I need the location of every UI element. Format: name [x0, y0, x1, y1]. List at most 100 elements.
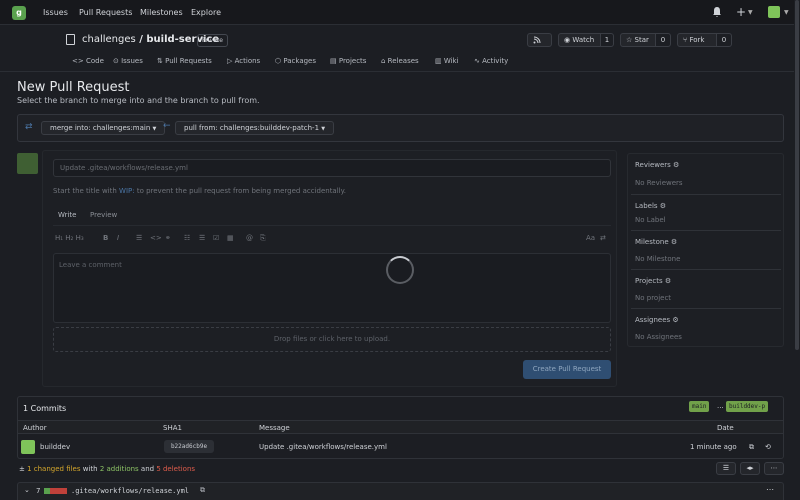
mention-icon[interactable]: @	[246, 234, 253, 242]
watch-count[interactable]: 1	[600, 33, 614, 47]
user-avatar[interactable]	[768, 6, 780, 18]
repo-icon	[66, 34, 75, 45]
reference-icon[interactable]: ⎘	[260, 234, 266, 243]
tab-code-label: Code	[85, 57, 104, 65]
tab-projects[interactable]: ▤ Projects	[330, 57, 366, 65]
col-message: Message	[259, 424, 290, 432]
more-options-icon[interactable]: ⋯	[764, 462, 784, 475]
deletions-count: 5 deletions	[156, 465, 196, 473]
quote-icon[interactable]: ☰	[136, 234, 142, 242]
bell-icon[interactable]	[712, 6, 722, 18]
branch-range-dots: ...	[717, 402, 724, 410]
pr-title-input[interactable]: Update .gitea/workflows/release.yml	[53, 159, 611, 177]
head-branch-label: pull from: challenges:builddev-patch-1	[184, 124, 320, 132]
file-dropzone[interactable]: Drop files or click here to upload.	[53, 327, 611, 352]
code-icon[interactable]: <>	[150, 234, 162, 242]
copy-icon[interactable]: ⧉	[749, 443, 754, 452]
head-branch-dropdown[interactable]: pull from: challenges:builddev-patch-1 ▼	[175, 121, 335, 135]
tab-pull-requests-label: Pull Requests	[165, 57, 212, 65]
tab-preview[interactable]: Preview	[90, 211, 117, 219]
milestone-value: No Milestone	[635, 255, 681, 263]
base-branch-tag[interactable]: main	[689, 401, 710, 412]
tab-issues[interactable]: ⊙ Issues	[113, 57, 143, 65]
project-icon: ▤	[330, 57, 339, 65]
star-count[interactable]: 0	[655, 33, 671, 47]
tab-activity[interactable]: ∿ Activity	[474, 57, 508, 65]
commit-message-link[interactable]: Update .gitea/workflows/release.yml	[259, 443, 387, 451]
create-pull-request-button[interactable]: Create Pull Request	[523, 360, 611, 379]
tab-wiki[interactable]: ▥ Wiki	[435, 57, 459, 65]
file-options-icon[interactable]: ⋯	[766, 485, 774, 494]
labels-header[interactable]: Labels ⚙	[635, 202, 666, 210]
compare-icon[interactable]: ⇄	[25, 122, 33, 132]
projects-label: Projects	[635, 277, 663, 285]
gear-icon: ⚙	[664, 277, 672, 285]
chevron-down-icon[interactable]: ⌄	[24, 486, 30, 494]
comment-placeholder: Leave a comment	[59, 261, 122, 269]
commit-sha-link[interactable]: b22ad6cb9e	[164, 440, 214, 453]
switch-editor-icon[interactable]: ⇄	[600, 234, 606, 242]
nav-milestones[interactable]: Milestones	[140, 8, 183, 17]
tab-packages[interactable]: ⬡ Packages	[275, 57, 316, 65]
gear-icon: ⚙	[672, 316, 679, 324]
ordered-list-icon[interactable]: ☰	[199, 234, 205, 242]
star-button[interactable]: ☆ Star	[620, 33, 656, 47]
diff-stats: ± 1 changed files with 2 additions and 5…	[19, 465, 195, 473]
stats-with: with	[80, 465, 100, 473]
chevron-down-icon: ▼	[748, 9, 753, 16]
assignees-header[interactable]: Assignees ⚙	[635, 316, 679, 324]
link-icon[interactable]: ⚭	[165, 234, 171, 242]
nav-pull-requests[interactable]: Pull Requests	[79, 8, 132, 17]
chevron-down-icon: ▼	[784, 9, 789, 16]
head-branch-tag[interactable]: builddev-p	[726, 401, 769, 412]
font-toggle-button[interactable]: Aa	[586, 234, 595, 242]
sidebar-divider	[631, 308, 781, 309]
create-new-icon[interactable]: +	[736, 5, 746, 19]
projects-header[interactable]: Projects ⚙	[635, 277, 671, 285]
fork-button[interactable]: ⑂ Fork	[677, 33, 717, 47]
base-branch-dropdown[interactable]: merge into: challenges:main ▼	[41, 121, 166, 135]
gear-icon: ⚙	[673, 161, 680, 169]
split-view-icon[interactable]: ◂▸	[740, 462, 760, 475]
fork-count[interactable]: 0	[716, 33, 732, 47]
watch-button[interactable]: ◉ Watch	[558, 33, 601, 47]
copy-icon[interactable]: ⧉	[200, 486, 205, 495]
code-icon: <>	[72, 57, 86, 65]
tab-pull-requests[interactable]: ⇅ Pull Requests	[157, 57, 212, 65]
comment-textarea[interactable]	[53, 253, 611, 323]
table-icon[interactable]: ▦	[227, 234, 234, 242]
bold-button[interactable]: B	[103, 234, 108, 242]
browse-files-icon[interactable]: ⟲	[765, 443, 771, 451]
tab-write[interactable]: Write	[58, 211, 76, 219]
repo-owner-link[interactable]: challenges	[82, 34, 136, 45]
changed-files-link[interactable]: 1 changed files	[27, 465, 80, 473]
tab-actions[interactable]: ▷ Actions	[227, 57, 260, 65]
nav-issues[interactable]: Issues	[43, 8, 68, 17]
col-sha: SHA1	[163, 424, 182, 432]
arrow-left-icon: ←	[163, 121, 171, 131]
tab-code[interactable]: <> Code	[72, 57, 104, 65]
file-tree-toggle-icon[interactable]: ☰	[716, 462, 736, 475]
diff-file-name[interactable]: .gitea/workflows/release.yml	[71, 487, 189, 495]
star-label: Star	[634, 36, 649, 44]
task-list-icon[interactable]: ☑	[213, 234, 219, 242]
sidebar-divider	[631, 269, 781, 270]
italic-button[interactable]: I	[117, 234, 119, 242]
milestone-header[interactable]: Milestone ⚙	[635, 238, 677, 246]
nav-explore[interactable]: Explore	[191, 8, 221, 17]
star-icon: ☆	[626, 36, 635, 44]
labels-value: No Label	[635, 216, 666, 224]
commits-heading: 1 Commits	[23, 404, 67, 413]
wip-keyword-link[interactable]: WIP:	[119, 187, 135, 195]
commit-author-avatar[interactable]	[21, 440, 35, 454]
rss-icon	[533, 36, 541, 44]
gitea-logo-icon[interactable]: g	[12, 6, 26, 20]
tab-releases[interactable]: ⌂ Releases	[381, 57, 419, 65]
unordered-list-icon[interactable]: ☷	[184, 234, 190, 242]
deletions-bar	[50, 488, 67, 494]
scrollbar-thumb[interactable]	[795, 0, 799, 350]
reviewers-header[interactable]: Reviewers ⚙	[635, 161, 679, 169]
heading-buttons[interactable]: H₁ H₂ H₃	[55, 234, 84, 242]
rss-button[interactable]	[527, 33, 552, 47]
commit-author[interactable]: builddev	[40, 443, 70, 451]
